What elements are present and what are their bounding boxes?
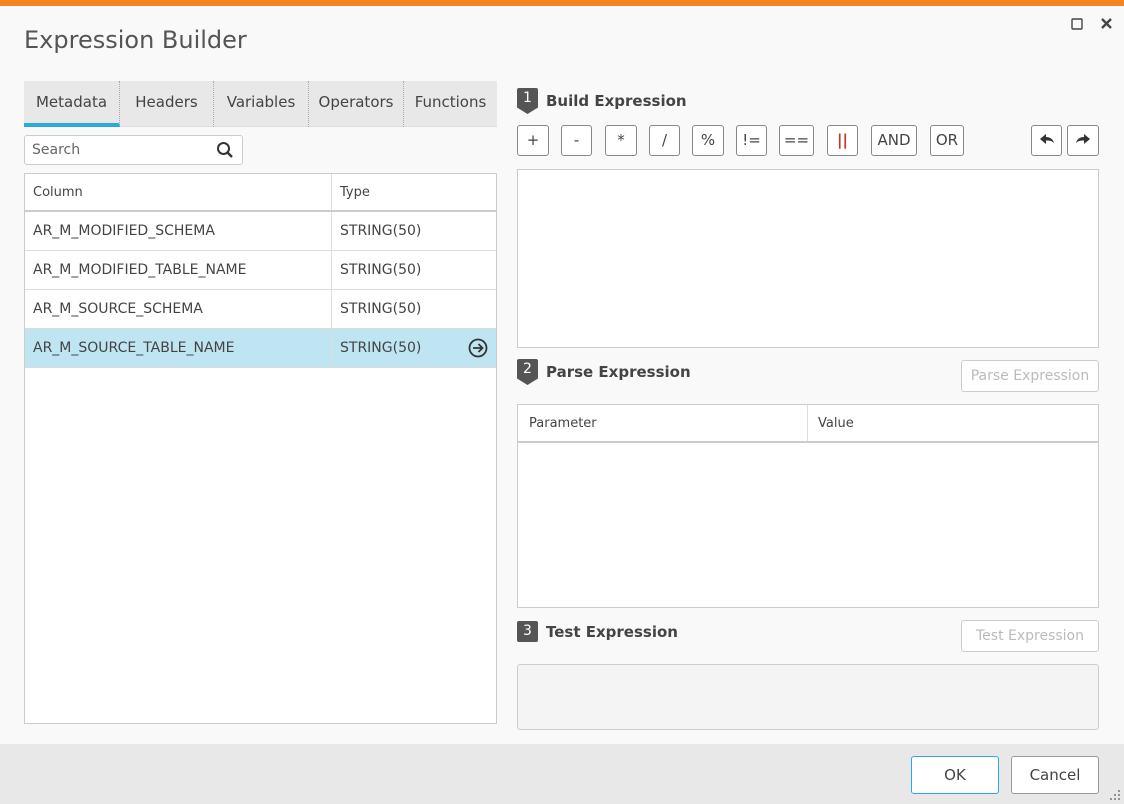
type-cell: STRING(50) — [340, 340, 422, 356]
close-button[interactable] — [1100, 15, 1113, 34]
operator-modulo-button[interactable]: % — [692, 125, 724, 156]
operator-or-button[interactable]: OR — [930, 125, 964, 156]
operator-divide-button[interactable]: / — [649, 125, 680, 156]
tab-operators[interactable]: Operators — [309, 81, 404, 127]
maximize-button[interactable] — [1071, 15, 1083, 34]
parameter-grid: Parameter Value — [517, 404, 1099, 608]
top-accent-bar — [0, 0, 1124, 6]
close-icon — [1101, 18, 1112, 29]
type-cell: STRING(50) — [340, 301, 422, 317]
column-header[interactable]: Column — [25, 174, 332, 210]
resize-grip-icon[interactable] — [1108, 788, 1122, 802]
table-row[interactable]: AR_M_MODIFIED_TABLE_NAME STRING(50) — [25, 251, 496, 290]
cancel-button[interactable]: Cancel — [1011, 756, 1099, 794]
step-title: Test Expression — [546, 622, 678, 641]
undo-icon — [1039, 134, 1054, 144]
ok-button[interactable]: OK — [911, 756, 999, 794]
column-cell: AR_M_SOURCE_TABLE_NAME — [25, 329, 332, 367]
step-badge: 1 — [517, 88, 538, 114]
column-cell: AR_M_MODIFIED_TABLE_NAME — [25, 251, 332, 289]
step-title: Build Expression — [546, 92, 687, 110]
redo-button[interactable] — [1067, 125, 1099, 156]
step-badge: 3 — [517, 621, 538, 642]
table-row[interactable]: AR_M_SOURCE_SCHEMA STRING(50) — [25, 290, 496, 329]
build-expression-heading: 1 Build Expression — [517, 88, 687, 114]
grid-header: Column Type — [25, 174, 496, 212]
tab-bar: Metadata Headers Variables Operators Fun… — [24, 81, 497, 127]
parse-expression-heading: 2 Parse Expression — [517, 359, 691, 385]
operator-and-button[interactable]: AND — [871, 125, 917, 156]
column-cell: AR_M_MODIFIED_SCHEMA — [25, 212, 332, 250]
tab-headers[interactable]: Headers — [120, 81, 214, 127]
type-cell: STRING(50) — [340, 262, 422, 278]
add-to-expression-arrow-icon[interactable] — [468, 338, 488, 358]
test-expression-heading: 3 Test Expression — [517, 621, 678, 642]
type-cell: STRING(50) — [340, 223, 422, 239]
step-title: Parse Expression — [546, 363, 691, 381]
metadata-grid: Column Type AR_M_MODIFIED_SCHEMA STRING(5… — [24, 173, 497, 724]
operator-multiply-button[interactable]: * — [605, 125, 637, 156]
type-header[interactable]: Type — [332, 174, 370, 210]
tab-metadata[interactable]: Metadata — [24, 81, 120, 127]
operator-not-equal-button[interactable]: != — [736, 125, 767, 156]
search-input[interactable] — [25, 136, 205, 164]
expression-editor[interactable] — [517, 169, 1099, 348]
parse-expression-button[interactable]: Parse Expression — [961, 360, 1099, 392]
test-result-area — [517, 664, 1099, 730]
undo-button[interactable] — [1031, 125, 1062, 156]
search-icon[interactable] — [216, 141, 234, 159]
operator-minus-button[interactable]: - — [561, 125, 592, 156]
step-badge: 2 — [517, 359, 538, 385]
grid-header: Parameter Value — [518, 405, 1098, 443]
redo-icon — [1076, 134, 1090, 144]
column-cell: AR_M_SOURCE_SCHEMA — [25, 290, 332, 328]
parameter-header[interactable]: Parameter — [518, 405, 808, 441]
tab-functions[interactable]: Functions — [404, 81, 497, 127]
tab-variables[interactable]: Variables — [214, 81, 309, 127]
test-expression-button[interactable]: Test Expression — [961, 620, 1099, 652]
dialog-title: Expression Builder — [24, 26, 247, 54]
table-row[interactable]: AR_M_MODIFIED_SCHEMA STRING(50) — [25, 212, 496, 251]
square-icon — [1071, 18, 1083, 30]
search-box — [24, 135, 243, 165]
operator-plus-button[interactable]: + — [517, 125, 549, 156]
table-row-selected[interactable]: AR_M_SOURCE_TABLE_NAME STRING(50) — [25, 329, 496, 368]
operator-equal-button[interactable]: == — [779, 125, 814, 156]
value-header[interactable]: Value — [808, 405, 854, 441]
operator-concat-button[interactable]: || — [827, 125, 858, 156]
